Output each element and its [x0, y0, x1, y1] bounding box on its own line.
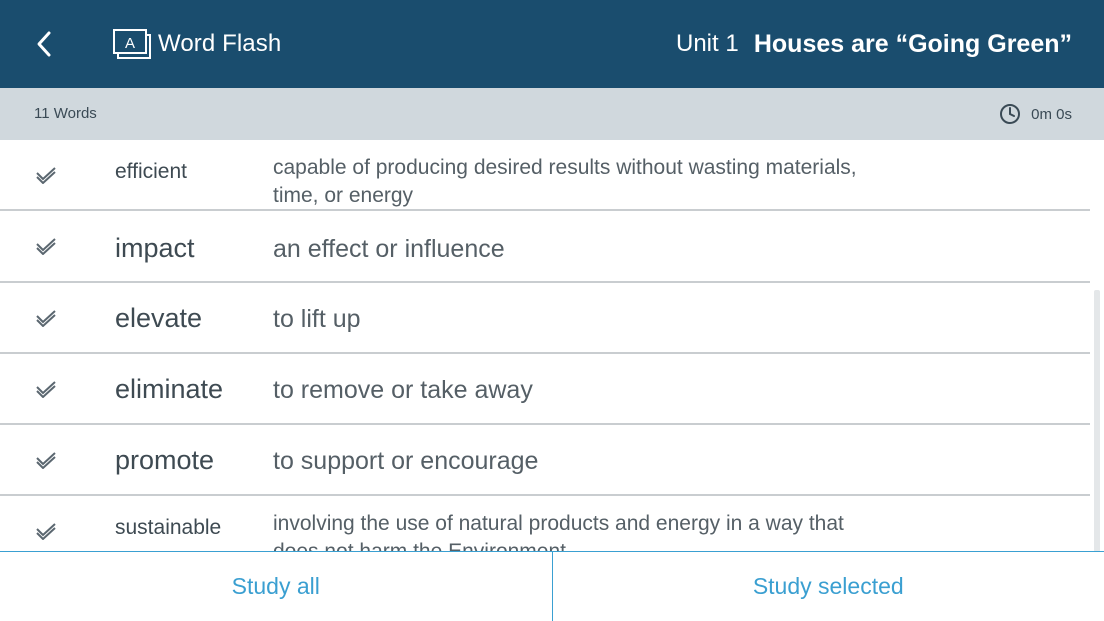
check-icon[interactable] [35, 451, 57, 469]
check-icon[interactable] [35, 380, 57, 398]
word-list[interactable]: efficient capable of producing desired r… [0, 140, 1090, 552]
word-row-efficient[interactable]: efficient capable of producing desired r… [0, 140, 1090, 211]
unit-label: Unit 1 [676, 30, 739, 57]
word-definition: to remove or take away [273, 376, 533, 404]
study-selected-button[interactable]: Study selected [553, 552, 1104, 621]
check-icon[interactable] [35, 309, 57, 327]
word-row-impact[interactable]: impact an effect or influence [0, 211, 1090, 283]
app-title-group: A Word Flash [112, 28, 281, 60]
header-bar: A Word Flash Unit 1 Houses are “Going Gr… [0, 0, 1104, 88]
word-term: efficient [115, 160, 187, 183]
check-icon[interactable] [35, 237, 57, 255]
word-row-elevate[interactable]: elevate to lift up [0, 283, 1090, 354]
check-icon[interactable] [35, 166, 57, 184]
word-row-eliminate[interactable]: eliminate to remove or take away [0, 354, 1090, 425]
word-term: sustainable [115, 516, 222, 539]
word-count: 11 Words [34, 105, 97, 122]
word-definition: to support or encourage [273, 447, 539, 475]
study-all-button[interactable]: Study all [0, 552, 553, 621]
word-definition: capable of producing desired results wit… [273, 156, 857, 207]
app-title: Word Flash [158, 30, 282, 57]
timer-value: 0m 0s [1031, 105, 1072, 123]
scrollbar[interactable] [1094, 290, 1100, 552]
word-flash-app: A Word Flash Unit 1 Houses are “Going Gr… [0, 0, 1104, 621]
clock-icon [1000, 104, 1021, 124]
chevron-left-icon [37, 31, 51, 57]
word-definition: an effect or influence [273, 235, 505, 263]
word-term: elevate [115, 303, 203, 333]
word-term: promote [115, 445, 215, 475]
word-term: eliminate [115, 374, 224, 404]
word-row-sustainable[interactable]: sustainable involving the use of natural… [0, 496, 1090, 552]
back-button[interactable] [26, 26, 62, 62]
timer: 0m 0s [999, 102, 1072, 126]
unit-title: Houses are “Going Green” [753, 30, 1072, 58]
svg-text:A: A [125, 35, 135, 52]
check-icon[interactable] [35, 522, 57, 540]
footer-bar: Study all Study selected [0, 551, 1104, 621]
word-row-promote[interactable]: promote to support or encourage [0, 425, 1090, 496]
word-definition: involving the use of natural products an… [273, 512, 844, 552]
flashcard-icon: A [113, 29, 151, 59]
list-info-bar: 11 Words 0m 0s [0, 88, 1104, 140]
word-term: impact [115, 233, 195, 263]
word-definition: to lift up [273, 305, 361, 333]
